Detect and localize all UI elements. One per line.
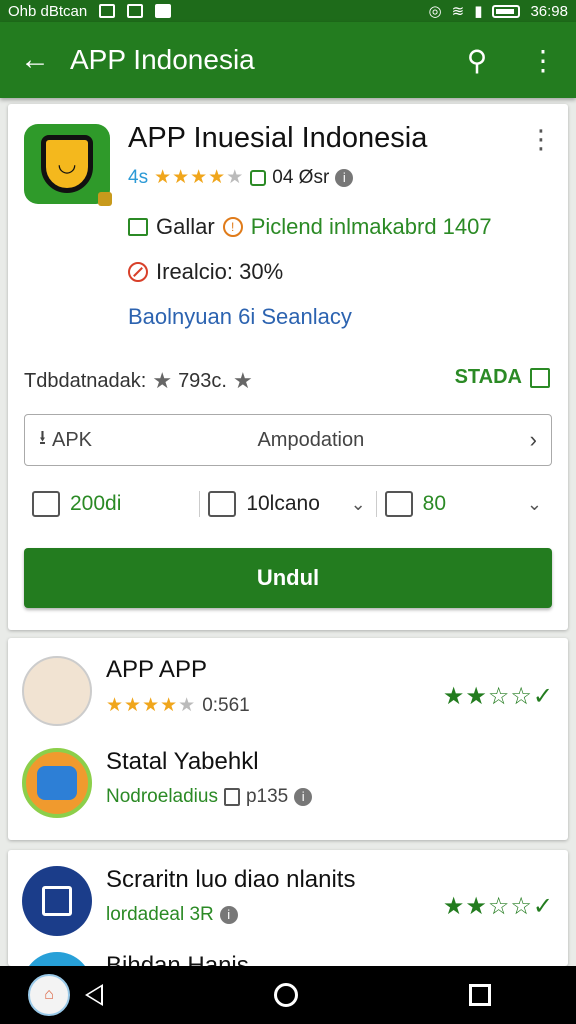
comment-icon (32, 491, 60, 517)
image-icon (127, 4, 144, 18)
signal-icon: ▮ (474, 3, 483, 20)
info-line-2-text: Irealcio: 30% (156, 259, 284, 284)
avatar (22, 656, 92, 726)
apk-selector[interactable]: ⭳ APK Ampodation › (24, 414, 552, 466)
stat-installs-value: 10lcano (246, 492, 320, 515)
stat-size-value: 80 (422, 492, 447, 515)
list-item-sub: lordadeal 3R i (106, 904, 238, 926)
rating-check: ★★☆☆✓ (442, 683, 554, 710)
status-bar: Ohb dBtcan ◎ ≋ ▮ 36:98 (0, 0, 576, 22)
back-icon[interactable] (85, 984, 104, 1006)
stat-reviews[interactable]: 200di (24, 491, 199, 517)
search-icon[interactable]: ⚲ (444, 44, 510, 77)
carrier-text: Ohb dBtcan (8, 2, 88, 20)
chevron-right-icon: › (529, 427, 537, 452)
downloads-count: 04 Øsr (272, 166, 330, 188)
app-thumb-icon (22, 952, 92, 966)
list-item[interactable]: Scraritn luo diao nlanits lordadeal 3R i… (22, 862, 554, 942)
info-icon[interactable]: i (294, 788, 313, 806)
list-item[interactable]: APP APP ★★★★★ 0:561 ★★☆☆✓ (22, 652, 554, 732)
page-title: APP Indonesia (70, 44, 255, 75)
rating-row: 4s ★★★★★ 04 Øsr i (128, 166, 354, 189)
download-button[interactable]: Undul (24, 548, 552, 608)
download-icon: ⭳ (39, 427, 46, 449)
mail-icon (99, 4, 116, 18)
device-icon (208, 491, 237, 517)
rating-check: ★★☆☆✓ (442, 893, 554, 920)
info-icon[interactable]: i (335, 168, 354, 187)
battery-icon (492, 4, 521, 18)
system-nav-bar: ⌂ (0, 966, 576, 1024)
summary-label: Tdbdatnadak: (24, 369, 147, 392)
content-rating-icon (250, 169, 267, 186)
app-logo: ◡ (24, 124, 112, 206)
developer-link[interactable]: Baolnyuan 6i Seanlacy (128, 304, 352, 330)
recents-icon[interactable] (468, 984, 491, 1006)
wifi-icon: ≋ (451, 3, 465, 20)
stat-installs[interactable]: 10lcano ⌄ (199, 491, 375, 517)
stat-reviews-value: 200di (70, 492, 122, 515)
stats-row: 200di 10lcano ⌄ 80 ⌄ (24, 479, 552, 529)
app-thumb-icon (22, 866, 92, 936)
ban-icon (128, 262, 148, 282)
summary-value: 793c. (178, 369, 227, 392)
app-title: APP Inuesial Indonesia (128, 122, 428, 154)
chat-icon (128, 218, 148, 236)
rating-prefix: 4s (128, 166, 149, 188)
list-item-title: APP APP (106, 656, 207, 683)
home-icon[interactable] (273, 983, 298, 1007)
info-line-1-right: Piclend inlmakabrd 1407 (250, 214, 492, 239)
edit-icon (530, 367, 550, 388)
list-item-sub: ★★★★★ 0:561 (106, 694, 250, 717)
chevron-down-icon: ⌄ (350, 493, 366, 514)
list-item-sub: Nodroeladius p135 i (106, 786, 313, 808)
info-line-1: Gallar ! Piclend inlmakabrd 1407 (128, 214, 492, 240)
app-detail-card: ◡ APP Inuesial Indonesia ⋮ 4s ★★★★★ 04 Ø… (8, 104, 568, 630)
list-item-title: Scraritn luo diao nlanits (106, 866, 356, 893)
chevron-down-icon: ⌄ (526, 493, 542, 514)
list-item[interactable]: Bihdan Hanis (22, 948, 554, 966)
alarm-icon: ◎ (428, 3, 442, 20)
document-icon (223, 788, 240, 806)
info-line-2: Irealcio: 30% (128, 259, 283, 285)
mascot-icon: ◡ (41, 135, 93, 193)
badge-icon (98, 192, 112, 206)
apk-label: APK (52, 428, 93, 451)
apk-value: Ampodation (257, 428, 365, 451)
clock-text: 36:98 (530, 2, 568, 20)
related-apps-card: APP APP ★★★★★ 0:561 ★★☆☆✓ Statal Yabehkl… (8, 638, 568, 840)
more-vert-icon[interactable]: ⋮ (510, 44, 576, 77)
list-item-title: Statal Yabehkl (106, 748, 259, 775)
app-shortcut-icon[interactable]: ⌂ (28, 974, 70, 1016)
summary-row: Tdbdatnadak: ★ 793c. ★ (24, 368, 253, 394)
list-item-title: Bihdan Hanis (106, 952, 249, 966)
stat-size[interactable]: 80 ⌄ (375, 491, 552, 517)
card-menu-icon[interactable]: ⋮ (528, 124, 554, 155)
rating-stars: ★★★★★ (106, 695, 197, 716)
info-line-1-left: Gallar (156, 214, 215, 239)
back-arrow-icon[interactable]: ← (0, 43, 70, 77)
info-icon[interactable]: i (219, 906, 238, 924)
app-thumb-icon (22, 748, 92, 818)
app-bar: ← APP Indonesia ⚲ ⋮ (0, 22, 576, 98)
star-icon: ★ (152, 368, 173, 393)
star-icon: ★ (233, 368, 253, 393)
status-link[interactable]: STADA (455, 366, 550, 389)
square-icon (155, 4, 172, 18)
warning-icon: ! (222, 217, 243, 237)
related-apps-card-2: Scraritn luo diao nlanits lordadeal 3R i… (8, 850, 568, 966)
file-icon (384, 491, 413, 517)
rating-stars: ★★★★★ (154, 167, 245, 188)
list-item[interactable]: Statal Yabehkl Nodroeladius p135 i (22, 744, 554, 824)
